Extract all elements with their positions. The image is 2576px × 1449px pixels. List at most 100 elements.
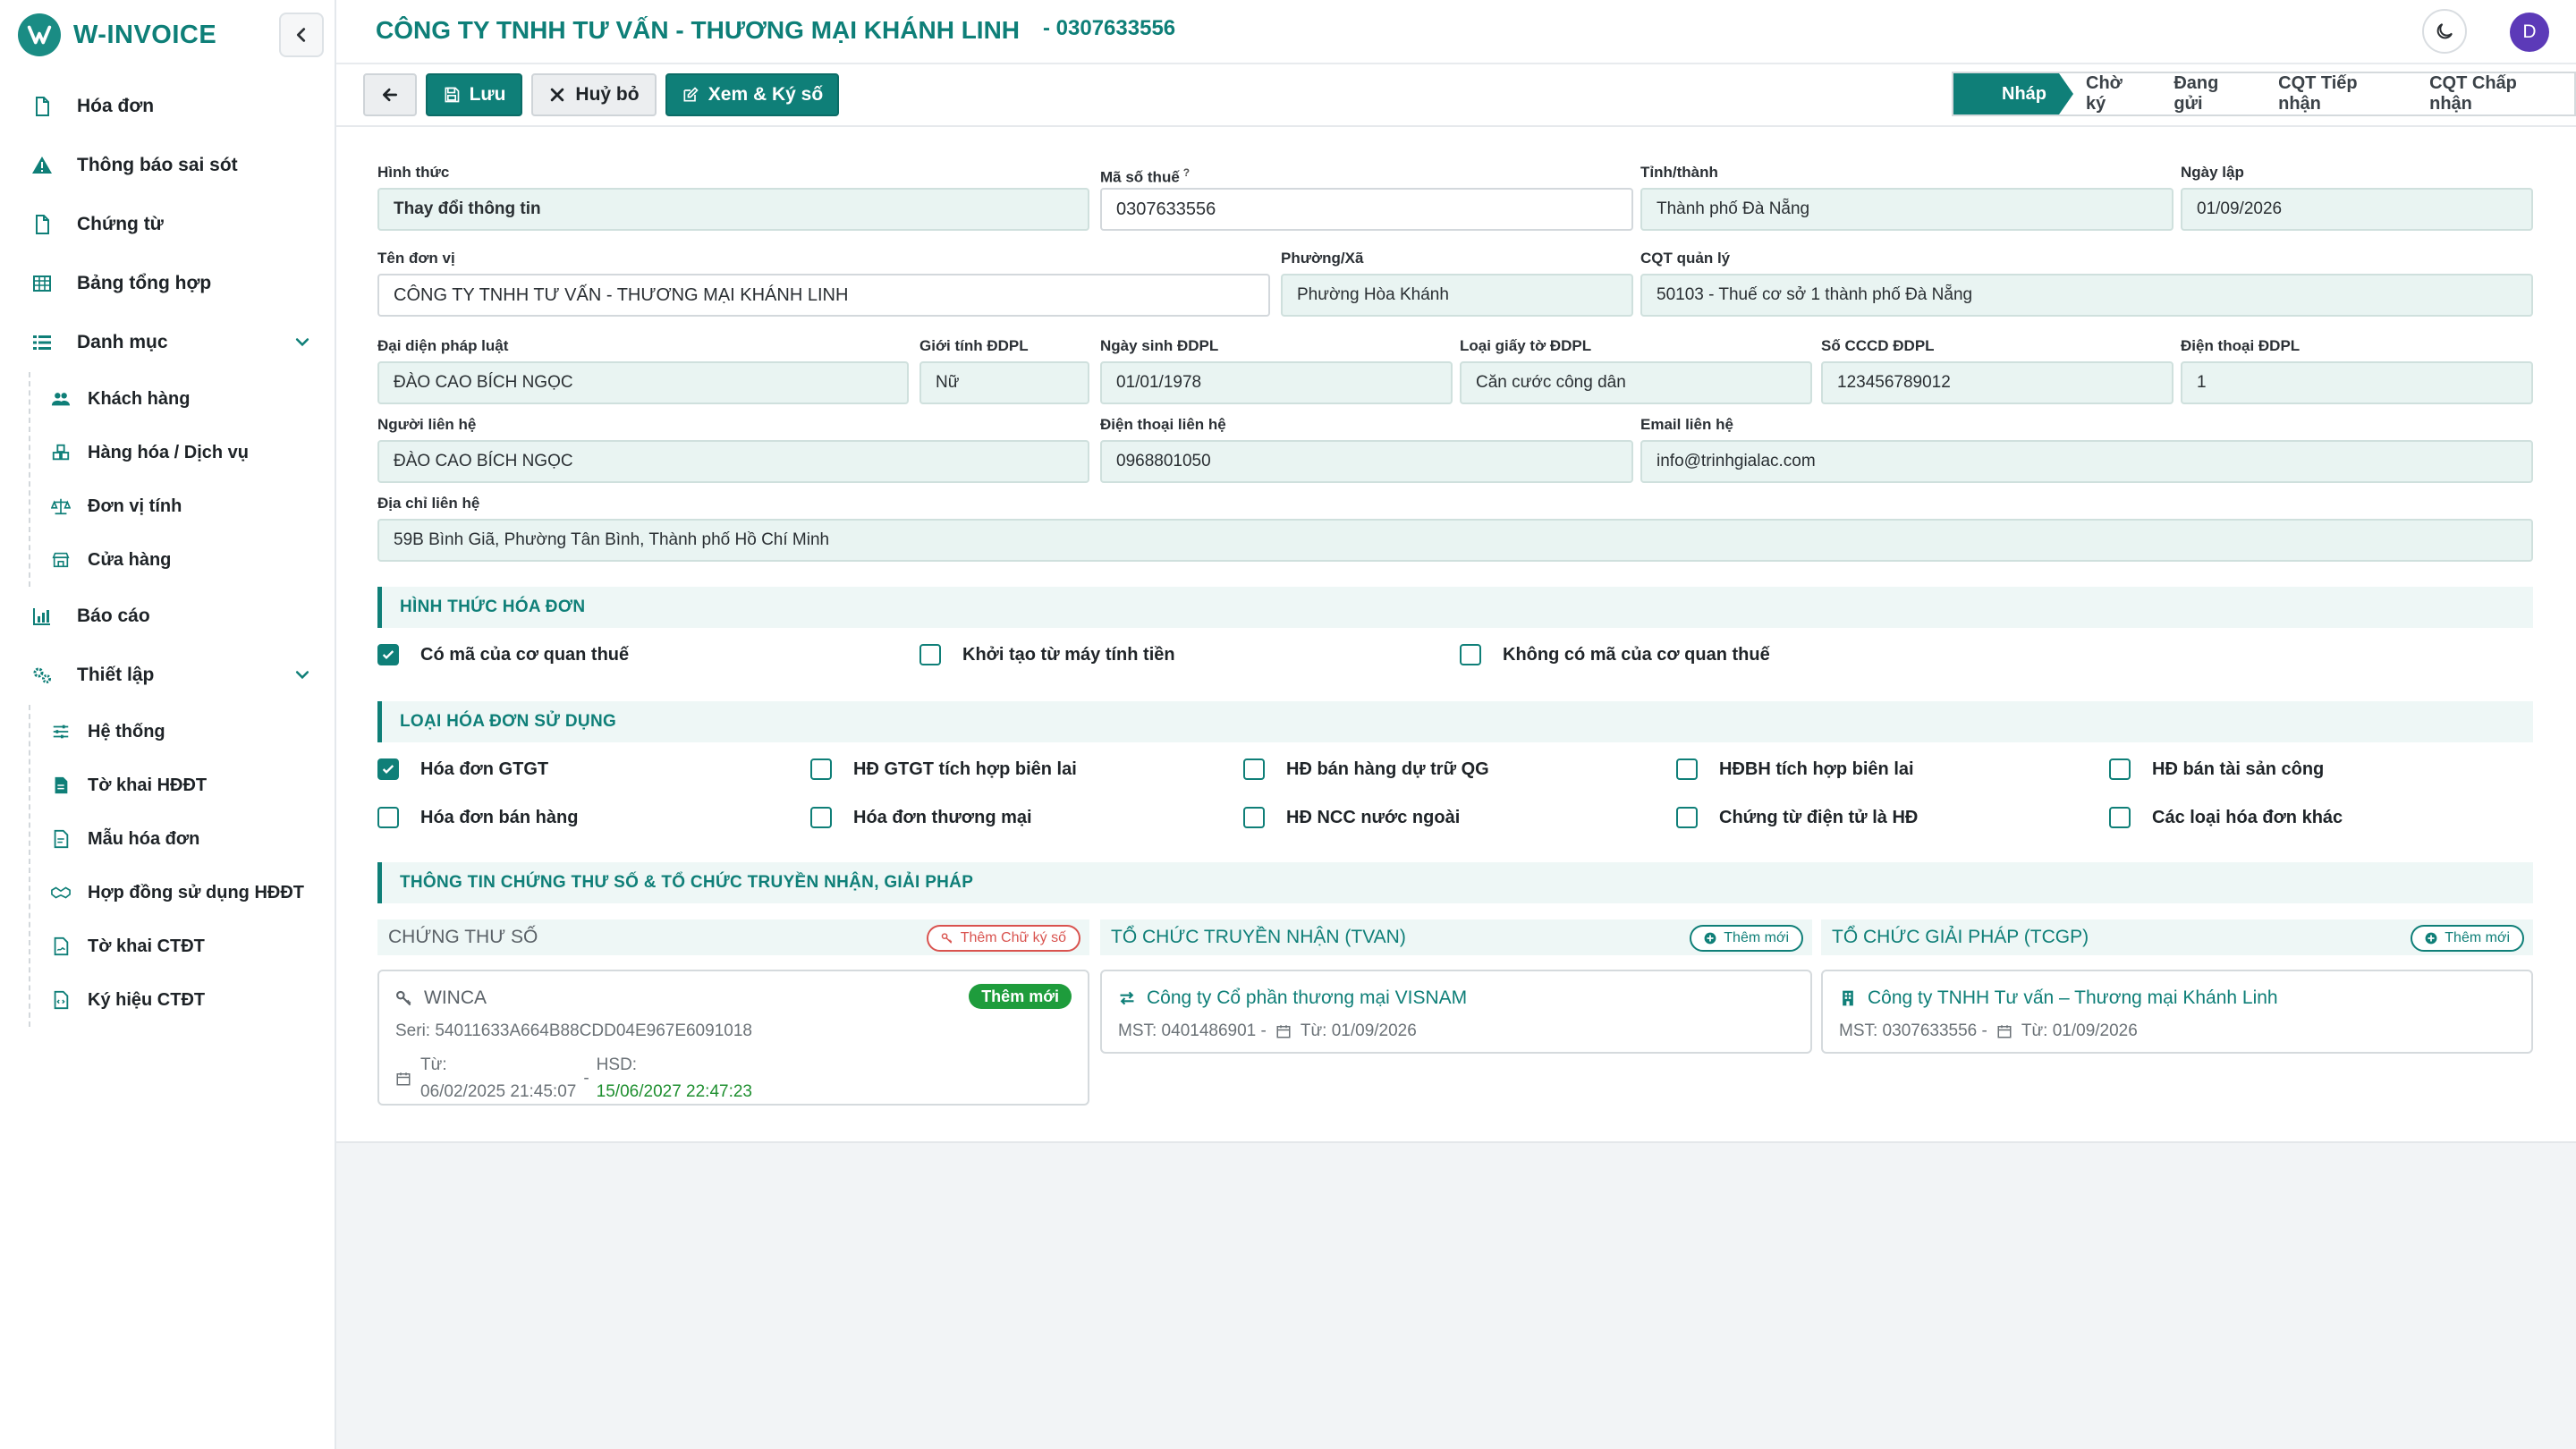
step-dang-gui[interactable]: Đang gửi bbox=[2159, 73, 2264, 114]
ma-so-thue-input[interactable]: 0307633556 bbox=[1100, 188, 1633, 231]
checkbox-box[interactable] bbox=[1676, 807, 1698, 828]
cts-header: CHỨNG THƯ SỐ Thêm Chữ ký số bbox=[377, 919, 1089, 955]
sidebar-item-ky-hieu-ctdt[interactable]: Ký hiệu CTĐT bbox=[30, 973, 336, 1027]
sidebar-item-cua-hang[interactable]: Cửa hàng bbox=[30, 533, 336, 587]
so-cccd-input[interactable]: 123456789012 bbox=[1821, 361, 2174, 404]
tcgp-card[interactable]: Công ty TNHH Tư vấn – Thương mại Khánh L… bbox=[1821, 970, 2533, 1054]
email-lh-input[interactable]: info@trinhgialac.com bbox=[1640, 440, 2533, 483]
checkbox-label: Không có mã của cơ quan thuế bbox=[1503, 644, 1770, 665]
checkbox-hd-du-tru-qg[interactable]: HĐ bán hàng dự trữ QG bbox=[1243, 758, 1489, 780]
checkbox-box[interactable] bbox=[810, 807, 832, 828]
sidebar-item-to-khai-hddt[interactable]: Tờ khai HĐĐT bbox=[30, 758, 336, 812]
field-nguoi-lien-he: Người liên hệ ĐÀO CAO BÍCH NGỌC bbox=[377, 415, 1089, 483]
brand[interactable]: W-INVOICE bbox=[18, 13, 216, 57]
checkbox-box[interactable] bbox=[377, 807, 399, 828]
step-cqt-tiep-nhan[interactable]: CQT Tiếp nhận bbox=[2264, 73, 2415, 114]
checkbox-box[interactable] bbox=[1243, 758, 1265, 780]
checkbox-box[interactable] bbox=[919, 644, 941, 665]
sidebar-item-don-vi-tinh[interactable]: Đơn vị tính bbox=[30, 479, 336, 533]
sidebar-item-label: Hệ thống bbox=[88, 721, 165, 741]
chevron-down-icon[interactable] bbox=[293, 665, 311, 683]
checkbox-hd-ban-hang[interactable]: Hóa đơn bán hàng bbox=[377, 807, 578, 828]
sidebar-item-hop-dong[interactable]: Hợp đồng sử dụng HĐĐT bbox=[30, 866, 336, 919]
field-label: Loại giấy tờ ĐDPL bbox=[1460, 337, 1592, 354]
view-sign-button-label: Xem & Ký số bbox=[708, 84, 824, 105]
sidebar-item-bao-cao[interactable]: Báo cáo bbox=[0, 587, 336, 646]
checkbox-khoi-tao-mtt[interactable]: Khởi tạo từ máy tính tiền bbox=[919, 644, 1175, 665]
sidebar-item-to-khai-ctdt[interactable]: Tờ khai CTĐT bbox=[30, 919, 336, 973]
sidebar-item-mau-hoa-don[interactable]: Mẫu hóa đơn bbox=[30, 812, 336, 866]
dai-dien-input[interactable]: ĐÀO CAO BÍCH NGỌC bbox=[377, 361, 909, 404]
sidebar-item-thong-bao-sai-sot[interactable]: Thông báo sai sót bbox=[0, 136, 336, 195]
certificate-card[interactable]: WINCA Thêm mới Seri: 54011633A664B88CDD0… bbox=[377, 970, 1089, 1106]
checkbox-hd-gtgt-bien-lai[interactable]: HĐ GTGT tích hợp biên lai bbox=[810, 758, 1077, 780]
loai-giay-to-input[interactable]: Căn cước công dân bbox=[1460, 361, 1812, 404]
checkbox-box[interactable] bbox=[1676, 758, 1698, 780]
field-email-lh: Email liên hệ info@trinhgialac.com bbox=[1640, 415, 2533, 483]
checkbox-chung-tu-la-hd[interactable]: Chứng từ điện tử là HĐ bbox=[1676, 807, 1918, 828]
sidebar-item-label: Hóa đơn bbox=[77, 96, 155, 116]
nguoi-lien-he-input[interactable]: ĐÀO CAO BÍCH NGỌC bbox=[377, 440, 1089, 483]
phuong-xa-input[interactable]: Phường Hòa Khánh bbox=[1281, 274, 1633, 317]
hinh-thuc-input[interactable]: Thay đổi thông tin bbox=[377, 188, 1089, 231]
chevron-down-icon[interactable] bbox=[293, 333, 311, 351]
checkbox-hd-tai-san-cong[interactable]: HĐ bán tài sản công bbox=[2109, 758, 2324, 780]
dia-chi-input[interactable]: 59B Bình Giã, Phường Tân Bình, Thành phố… bbox=[377, 519, 2533, 562]
sidebar-item-bang-tong-hop[interactable]: Bảng tổng hợp bbox=[0, 254, 336, 313]
warning-icon bbox=[30, 154, 54, 177]
step-cqt-chap-nhan[interactable]: CQT Chấp nhận bbox=[2415, 73, 2574, 114]
help-icon[interactable]: ? bbox=[1183, 166, 1190, 179]
add-tvan-button[interactable]: Thêm mới bbox=[1690, 925, 1803, 952]
sidebar-item-hang-hoa[interactable]: Hàng hóa / Dịch vụ bbox=[30, 426, 336, 479]
add-tcgp-button[interactable]: Thêm mới bbox=[2411, 925, 2524, 952]
checkbox-loai-khac[interactable]: Các loại hóa đơn khác bbox=[2109, 807, 2343, 828]
ten-don-vi-input[interactable]: CÔNG TY TNHH TƯ VẤN - THƯƠNG MẠI KHÁNH L… bbox=[377, 274, 1270, 317]
checkbox-label: Có mã của cơ quan thuế bbox=[420, 644, 630, 665]
checkbox-box[interactable] bbox=[377, 758, 399, 780]
sidebar-item-chung-tu[interactable]: Chứng từ bbox=[0, 195, 336, 254]
checkbox-box[interactable] bbox=[1243, 807, 1265, 828]
checkbox-box[interactable] bbox=[377, 644, 399, 665]
checkbox-box[interactable] bbox=[2109, 758, 2131, 780]
view-sign-button[interactable]: Xem & Ký số bbox=[665, 73, 839, 116]
sidebar-collapse-button[interactable] bbox=[279, 13, 324, 57]
sidebar-item-danh-muc[interactable]: Danh mục bbox=[0, 313, 336, 372]
back-button[interactable] bbox=[363, 73, 417, 116]
ngay-lap-input[interactable]: 01/09/2026 bbox=[2181, 188, 2533, 231]
sidebar-item-khach-hang[interactable]: Khách hàng bbox=[30, 372, 336, 426]
checkbox-co-ma-cqt[interactable]: Có mã của cơ quan thuế bbox=[377, 644, 629, 665]
theme-toggle-button[interactable] bbox=[2422, 9, 2467, 54]
tvan-card[interactable]: Công ty Cổ phần thương mại VISNAM MST: 0… bbox=[1100, 970, 1812, 1054]
tinh-thanh-input[interactable]: Thành phố Đà Nẵng bbox=[1640, 188, 2174, 231]
checkbox-box[interactable] bbox=[2109, 807, 2131, 828]
cqt-quan-ly-input[interactable]: 50103 - Thuế cơ sở 1 thành phố Đà Nẵng bbox=[1640, 274, 2533, 317]
sidebar-item-label: Đơn vị tính bbox=[88, 496, 182, 516]
avatar[interactable]: D bbox=[2510, 13, 2549, 52]
sidebar-item-hoa-don[interactable]: Hóa đơn bbox=[0, 77, 336, 136]
dien-thoai-lh-input[interactable]: 0968801050 bbox=[1100, 440, 1633, 483]
checkbox-hd-ncc-nuoc-ngoai[interactable]: HĐ NCC nước ngoài bbox=[1243, 807, 1460, 828]
gioi-tinh-input[interactable]: Nữ bbox=[919, 361, 1089, 404]
check-icon bbox=[382, 765, 394, 774]
step-cho-ky[interactable]: Chờ ký bbox=[2059, 73, 2159, 114]
cancel-button[interactable]: Huỷ bỏ bbox=[531, 73, 657, 116]
checkbox-hd-gtgt[interactable]: Hóa đơn GTGT bbox=[377, 758, 548, 780]
sidebar-item-he-thong[interactable]: Hệ thống bbox=[30, 705, 336, 758]
validity-separator: - bbox=[583, 1069, 589, 1088]
checkbox-hd-thuong-mai[interactable]: Hóa đơn thương mại bbox=[810, 807, 1032, 828]
certificate-name: WINCA bbox=[424, 987, 487, 1008]
ngay-sinh-input[interactable]: 01/01/1978 bbox=[1100, 361, 1453, 404]
checkbox-box[interactable] bbox=[810, 758, 832, 780]
field-so-cccd: Số CCCD ĐDPL 123456789012 bbox=[1821, 336, 2174, 404]
sidebar-item-thiet-lap[interactable]: Thiết lập bbox=[0, 646, 336, 705]
add-signature-button[interactable]: Thêm Chữ ký số bbox=[926, 925, 1080, 952]
step-nhap[interactable]: Nháp bbox=[1953, 73, 2073, 114]
save-button[interactable]: Lưu bbox=[426, 73, 522, 116]
checkbox-khong-co-ma-cqt[interactable]: Không có mã của cơ quan thuế bbox=[1460, 644, 1770, 665]
dien-thoai-ddpl-input[interactable]: 1 bbox=[2181, 361, 2533, 404]
checkbox-label: Các loại hóa đơn khác bbox=[2152, 807, 2343, 827]
tcgp-heading: TỔ CHỨC GIẢI PHÁP (TCGP) bbox=[1832, 927, 2089, 947]
checkbox-box[interactable] bbox=[1460, 644, 1481, 665]
checkbox-hdbh-bien-lai[interactable]: HĐBH tích hợp biên lai bbox=[1676, 758, 1914, 780]
sidebar-item-label: Cửa hàng bbox=[88, 549, 172, 570]
